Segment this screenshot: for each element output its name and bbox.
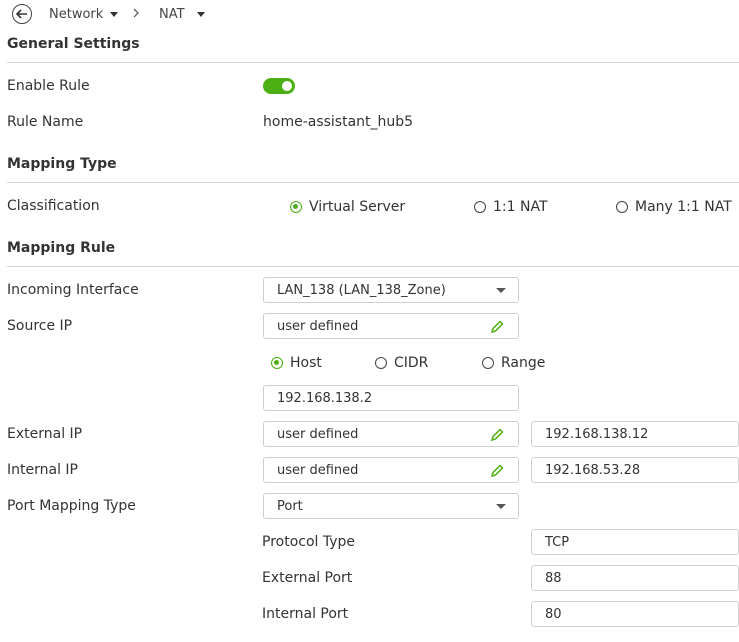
external-ip-label: External IP [7, 426, 83, 442]
radio-range[interactable]: Range [482, 355, 545, 371]
internal-ip-input[interactable]: 192.168.53.28 [531, 457, 739, 483]
edit-icon[interactable] [489, 427, 505, 443]
radio-cidr[interactable]: CIDR [375, 355, 428, 371]
divider [7, 62, 739, 63]
radio-many-1-1-nat[interactable]: Many 1:1 NAT [616, 199, 732, 215]
edit-icon[interactable] [489, 463, 505, 479]
protocol-type-field[interactable]: TCP [531, 529, 739, 555]
enable-rule-label: Enable Rule [7, 78, 90, 94]
dropdown-caret-icon [496, 288, 506, 293]
chevron-down-icon[interactable] [110, 12, 118, 17]
port-mapping-type-label: Port Mapping Type [7, 498, 136, 514]
incoming-interface-label: Incoming Interface [7, 282, 139, 298]
source-ip-label: Source IP [7, 318, 73, 334]
rule-name-value: home-assistant_hub5 [263, 114, 414, 130]
divider [7, 266, 739, 267]
chevron-right-icon [133, 8, 139, 18]
external-ip-input[interactable]: 192.168.138.12 [531, 421, 739, 447]
section-title-mapping-rule: Mapping Rule [7, 240, 116, 256]
source-ip-field[interactable]: user defined [263, 313, 519, 339]
internal-ip-label: Internal IP [7, 462, 78, 478]
radio-virtual-server[interactable]: Virtual Server [290, 199, 405, 215]
internal-port-label: Internal Port [262, 606, 349, 622]
enable-rule-toggle[interactable] [263, 78, 295, 94]
section-title-mapping-type: Mapping Type [7, 156, 117, 172]
back-button[interactable] [12, 4, 32, 24]
dropdown-caret-icon [496, 504, 506, 509]
divider [7, 182, 739, 183]
internal-ip-mode-field[interactable]: user defined [263, 457, 519, 483]
breadcrumb-nat[interactable]: NAT [159, 7, 185, 22]
radio-host[interactable]: Host [271, 355, 322, 371]
radio-1-1-nat[interactable]: 1:1 NAT [474, 199, 548, 215]
external-ip-mode-field[interactable]: user defined [263, 421, 519, 447]
source-ip-host-input[interactable]: 192.168.138.2 [263, 385, 519, 411]
internal-port-input[interactable]: 80 [531, 601, 739, 627]
breadcrumb-network[interactable]: Network [49, 7, 103, 22]
rule-name-label: Rule Name [7, 114, 84, 130]
section-title-general: General Settings [7, 36, 140, 52]
external-port-input[interactable]: 88 [531, 565, 739, 591]
protocol-type-label: Protocol Type [262, 534, 356, 550]
edit-icon[interactable] [489, 319, 505, 335]
port-mapping-type-select[interactable]: Port [263, 493, 519, 519]
classification-label: Classification [7, 198, 100, 214]
incoming-interface-select[interactable]: LAN_138 (LAN_138_Zone) [263, 277, 519, 303]
arrow-left-icon [16, 9, 27, 19]
chevron-down-icon[interactable] [197, 12, 205, 17]
external-port-label: External Port [262, 570, 353, 586]
